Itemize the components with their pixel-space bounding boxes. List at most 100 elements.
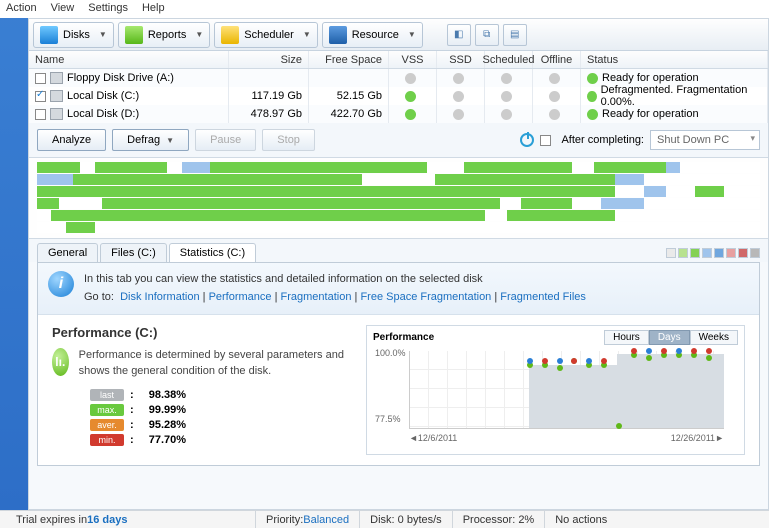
status-processor: Processor: 2% xyxy=(453,511,546,528)
status-dot-icon xyxy=(549,91,560,102)
pause-button[interactable]: Pause xyxy=(195,129,256,151)
status-dot-icon xyxy=(587,91,597,102)
action-bar: Analyze Defrag▼ Pause Stop After complet… xyxy=(29,123,768,158)
priority-value: Balanced xyxy=(303,514,349,526)
legend-swatch xyxy=(678,248,688,258)
legend-swatch xyxy=(726,248,736,258)
tab-general[interactable]: General xyxy=(37,243,98,262)
toolbar: Disks▼ Reports▼ Scheduler▼ Resource▼ ◧ ⧉… xyxy=(29,19,768,51)
y-tick-top: 100.0% xyxy=(375,348,406,358)
col-status[interactable]: Status xyxy=(581,51,768,68)
col-size[interactable]: Size xyxy=(229,51,309,68)
stat-value: 98.38% xyxy=(149,389,186,401)
menu-action[interactable]: Action xyxy=(6,2,37,16)
chart-point xyxy=(571,358,577,364)
range-hours[interactable]: Hours xyxy=(604,330,649,345)
stat-value: 99.99% xyxy=(149,404,186,416)
resource-dropdown[interactable]: Resource▼ xyxy=(322,22,423,48)
performance-icon: lı. xyxy=(52,348,69,376)
toolbar-button-2[interactable]: ⧉ xyxy=(475,24,499,46)
chart-point xyxy=(706,348,712,354)
disk-checkbox[interactable] xyxy=(35,109,46,120)
col-ssd[interactable]: SSD xyxy=(437,51,485,68)
status-dot-icon xyxy=(587,109,598,120)
stat-badge-min.: min. xyxy=(90,434,124,446)
after-completing-label: After completing: xyxy=(561,134,644,146)
info-icon: i xyxy=(48,271,74,297)
legend-swatch xyxy=(738,248,748,258)
chart-next[interactable]: ► xyxy=(715,433,724,443)
stop-button[interactable]: Stop xyxy=(262,129,315,151)
link-disk-information[interactable]: Disk Information xyxy=(120,291,199,303)
chart-title: Performance xyxy=(373,332,434,343)
disk-checkbox[interactable] xyxy=(35,91,46,102)
drive-icon xyxy=(50,72,63,84)
link-performance[interactable]: Performance xyxy=(209,291,272,303)
toolbar-button-1[interactable]: ◧ xyxy=(447,24,471,46)
link-fragmentation[interactable]: Fragmentation xyxy=(281,291,352,303)
link-free-space-fragmentation[interactable]: Free Space Fragmentation xyxy=(360,291,491,303)
defrag-button[interactable]: Defrag▼ xyxy=(112,129,189,151)
col-name[interactable]: Name xyxy=(29,51,229,68)
disk-name: Local Disk (C:) xyxy=(67,90,139,102)
disks-icon xyxy=(40,26,58,44)
link-fragmented-files[interactable]: Fragmented Files xyxy=(500,291,586,303)
menu-settings[interactable]: Settings xyxy=(88,2,128,16)
status-dot-icon xyxy=(501,109,512,120)
disk-checkbox[interactable] xyxy=(35,73,46,84)
statusbar: Trial expires in 16 days Priority: Balan… xyxy=(0,510,769,528)
disk-status: Ready for operation xyxy=(602,108,699,120)
reports-dropdown[interactable]: Reports▼ xyxy=(118,22,210,48)
status-dot-icon xyxy=(501,73,512,84)
disk-name: Floppy Disk Drive (A:) xyxy=(67,72,174,84)
trial-label: Trial expires in xyxy=(16,514,87,526)
chart-point xyxy=(691,348,697,354)
tab-files[interactable]: Files (C:) xyxy=(100,243,167,262)
legend-swatch xyxy=(690,248,700,258)
status-actions: No actions xyxy=(545,511,617,528)
chart-point xyxy=(557,365,563,371)
chart-point xyxy=(661,348,667,354)
drive-icon xyxy=(50,90,63,102)
after-completing-combo[interactable]: Shut Down PC xyxy=(650,130,760,150)
scheduler-dropdown[interactable]: Scheduler▼ xyxy=(214,22,317,48)
tab-statistics[interactable]: Statistics (C:) xyxy=(169,243,256,262)
chart-point xyxy=(676,348,682,354)
disk-size: 478.97 Gb xyxy=(229,105,309,123)
y-tick-bottom: 77.5% xyxy=(375,414,401,424)
analyze-button[interactable]: Analyze xyxy=(37,129,106,151)
after-completing-checkbox[interactable] xyxy=(540,135,551,146)
col-vss[interactable]: VSS xyxy=(389,51,437,68)
stat-badge-last: last xyxy=(90,389,124,401)
trial-days: 16 days xyxy=(87,514,127,526)
chart-point xyxy=(542,358,548,364)
status-dot-icon xyxy=(453,109,464,120)
disk-size: 117.19 Gb xyxy=(229,87,309,105)
chart-point xyxy=(601,358,607,364)
performance-chart: Performance HoursDaysWeeks 100.0% 77.5% … xyxy=(366,325,745,455)
disk-row[interactable]: Local Disk (C:) 117.19 Gb 52.15 Gb Defra… xyxy=(29,87,768,105)
stat-badge-aver.: aver. xyxy=(90,419,124,431)
disks-dropdown[interactable]: Disks▼ xyxy=(33,22,114,48)
status-dot-icon xyxy=(405,109,416,120)
legend-swatch xyxy=(666,248,676,258)
col-free[interactable]: Free Space xyxy=(309,51,389,68)
performance-title: Performance (C:) xyxy=(52,325,352,340)
chart-prev[interactable]: ◄ xyxy=(409,433,418,443)
col-offline[interactable]: Offline xyxy=(533,51,581,68)
status-dot-icon xyxy=(453,91,464,102)
range-weeks[interactable]: Weeks xyxy=(690,330,738,345)
power-icon xyxy=(520,133,534,147)
performance-description: Performance is determined by several par… xyxy=(79,348,352,379)
chart-point xyxy=(527,358,533,364)
chart-point xyxy=(631,348,637,354)
chart-point xyxy=(616,423,622,429)
range-days[interactable]: Days xyxy=(649,330,690,345)
disk-row[interactable]: Local Disk (D:) 478.97 Gb 422.70 Gb Read… xyxy=(29,105,768,123)
col-scheduled[interactable]: Scheduled xyxy=(485,51,533,68)
toolbar-button-3[interactable]: ▤ xyxy=(503,24,527,46)
chart-point xyxy=(706,355,712,361)
menubar: Action View Settings Help xyxy=(0,0,769,18)
menu-view[interactable]: View xyxy=(51,2,75,16)
menu-help[interactable]: Help xyxy=(142,2,165,16)
